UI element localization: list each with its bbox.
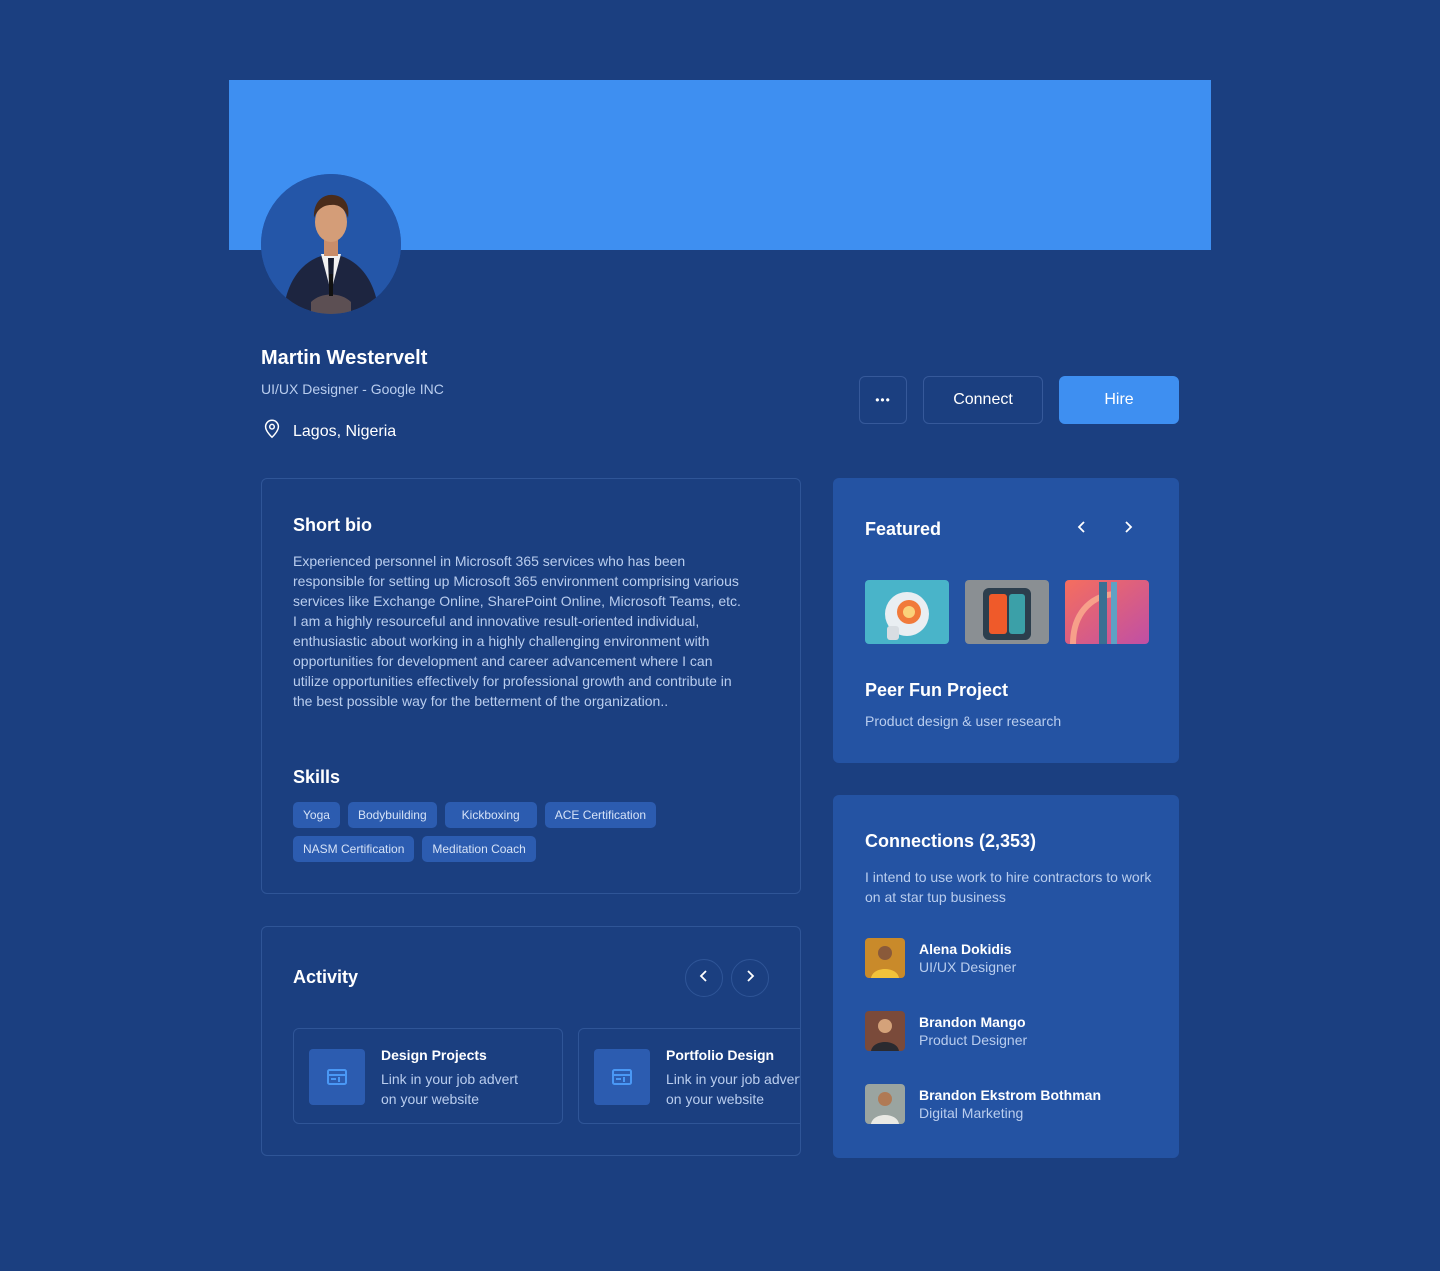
chevron-left-icon (1075, 520, 1089, 539)
connections-desc: I intend to use work to hire contractors… (865, 869, 1152, 905)
featured-card: Featured Peer Fun Project Product design… (833, 478, 1179, 763)
activity-title: Activity (293, 967, 359, 987)
activity-item-line: Link in your job advert (666, 1071, 801, 1087)
connection-avatar (865, 1011, 905, 1051)
hire-button[interactable]: Hire (1059, 376, 1179, 424)
more-dots-icon: ••• (875, 393, 891, 407)
location-pin-icon (261, 418, 283, 445)
skill-chip[interactable]: Bodybuilding (347, 802, 437, 828)
activity-item-title: Portfolio Design (666, 1047, 775, 1063)
skills-title: Skills (293, 767, 341, 787)
activity-item-desc: Link in your job advert on your website (666, 1069, 801, 1109)
featured-project-desc: Product design & user research (865, 713, 1062, 729)
featured-project-name: Peer Fun Project (865, 680, 1009, 700)
skill-chip[interactable]: NASM Certification (293, 836, 415, 862)
activity-item[interactable]: Design Projects Link in your job advert … (293, 1028, 563, 1124)
activity-item-title: Design Projects (381, 1047, 487, 1063)
chevron-left-icon (697, 969, 711, 988)
chevron-right-icon (1121, 520, 1135, 539)
connections-card: Connections (2,353) I intend to use work… (833, 795, 1179, 1158)
connection-name: Brandon Ekstrom Bothman (919, 1087, 1102, 1103)
connection-avatar (865, 1084, 905, 1124)
location-text: Lagos, Nigeria (293, 422, 397, 440)
activity-item-line: on your website (381, 1091, 480, 1107)
bio-title: Short bio (293, 515, 372, 535)
skill-chip[interactable]: Yoga (293, 802, 340, 828)
connection-name: Brandon Mango (919, 1014, 1026, 1030)
skill-chip[interactable]: Meditation Coach (422, 836, 536, 862)
bio-text: Experienced personnel in Microsoft 365 s… (293, 553, 741, 709)
profile-location: Lagos, Nigeria (261, 418, 396, 445)
profile-role: UI/UX Designer - Google INC (261, 381, 444, 397)
profile-name: Martin Westervelt (261, 347, 428, 369)
activity-next-button[interactable] (731, 959, 769, 997)
connection-role: UI/UX Designer (919, 959, 1017, 975)
activity-prev-button[interactable] (685, 959, 723, 997)
featured-next-button[interactable] (1118, 519, 1138, 539)
activity-item-line: Link in your job advert (381, 1071, 518, 1087)
activity-item[interactable]: Portfolio Design Link in your job advert… (578, 1028, 801, 1124)
featured-thumbnail[interactable] (865, 580, 949, 644)
featured-thumbnails (865, 580, 1149, 644)
bio-card: Short bio Experienced personnel in Micro… (261, 478, 801, 894)
connect-button[interactable]: Connect (923, 376, 1043, 424)
featured-title: Featured (865, 519, 942, 539)
browser-window-icon (309, 1049, 365, 1105)
activity-item-desc: Link in your job advert on your website (381, 1069, 541, 1109)
connection-role: Product Designer (919, 1032, 1028, 1048)
browser-window-icon (594, 1049, 650, 1105)
skills-list: Yoga Bodybuilding Kickboxing ACE Certifi… (293, 802, 763, 862)
connection-item[interactable]: Brandon Mango Product Designer (865, 1011, 1027, 1051)
connection-avatar (865, 938, 905, 978)
featured-prev-button[interactable] (1072, 519, 1092, 539)
activity-card: Activity Design Projects Link in your jo… (261, 926, 801, 1156)
more-options-button[interactable]: ••• (859, 376, 907, 424)
activity-item-line: on your website (666, 1091, 765, 1107)
connection-item[interactable]: Brandon Ekstrom Bothman Digital Marketin… (865, 1084, 1101, 1124)
featured-thumbnail[interactable] (1065, 580, 1149, 644)
skill-chip[interactable]: Kickboxing (444, 802, 537, 828)
skill-chip[interactable]: ACE Certification (544, 802, 657, 828)
featured-thumbnail[interactable] (965, 580, 1049, 644)
connection-item[interactable]: Alena Dokidis UI/UX Designer (865, 938, 1016, 978)
connections-title: Connections (2,353) (865, 831, 1037, 851)
chevron-right-icon (743, 969, 757, 988)
connection-name: Alena Dokidis (919, 941, 1012, 957)
profile-avatar (261, 174, 401, 314)
connection-role: Digital Marketing (919, 1105, 1024, 1121)
